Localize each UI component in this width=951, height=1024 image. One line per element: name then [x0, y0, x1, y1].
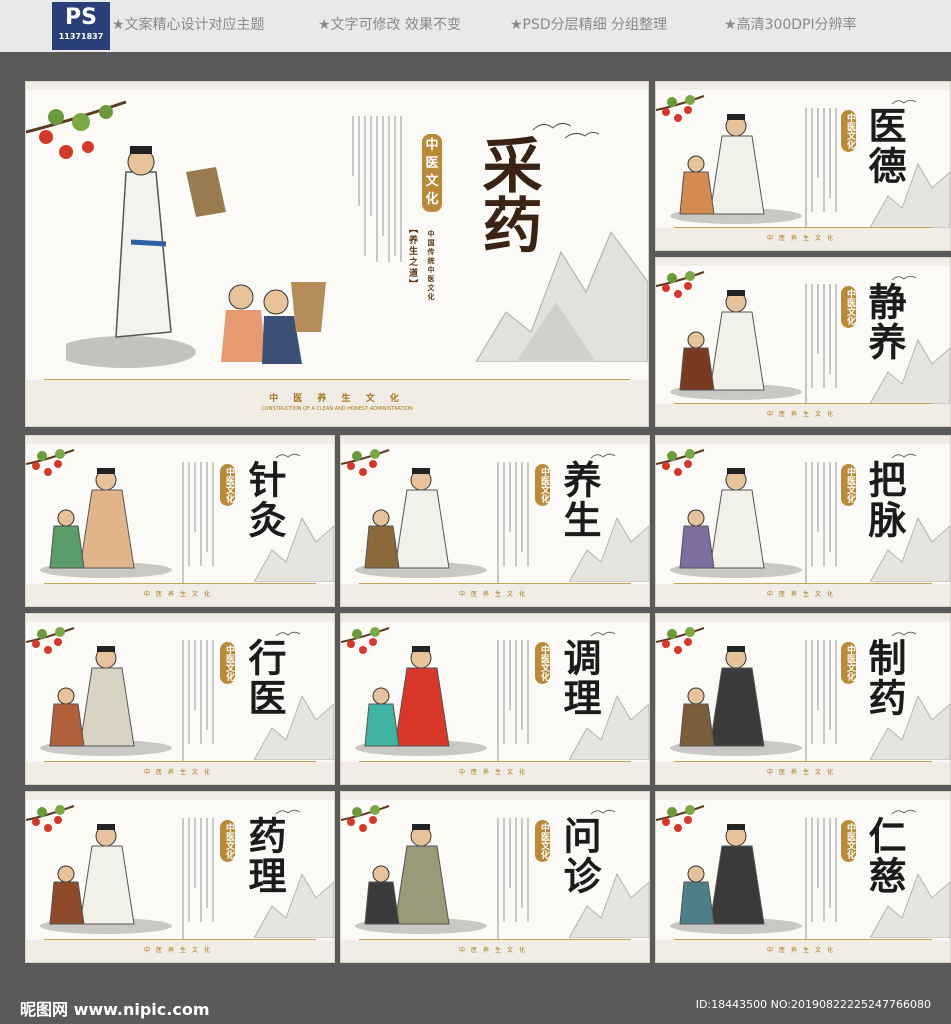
poster-panel: 中医文化 针灸 中医养生文化 [26, 436, 334, 606]
ps-badge-title: PS [65, 5, 97, 30]
body-text-columns [797, 640, 837, 776]
poster-panel: 中医文化 制药 中医养生文化 [656, 614, 950, 784]
panel-footer: 中医养生文化 [656, 228, 950, 250]
main-footer: 中 医 养 生 文 化 CONSTRUCTION OF A CLEAN AND … [26, 391, 648, 412]
panel-footer: 中医养生文化 [656, 584, 950, 606]
figure-illustration [670, 114, 802, 224]
figure-illustration [670, 824, 802, 934]
panel-footer: 中医养生文化 [26, 940, 334, 962]
culture-seal: 中医文化 [535, 642, 550, 684]
panel-title: 行医 [242, 638, 287, 718]
body-text-columns [174, 640, 214, 776]
feature-text: ★文字可修改 效果不变 [318, 17, 462, 33]
panel-title: 静养 [862, 282, 907, 362]
herb-gatherer-illustration [66, 146, 326, 368]
panel-title: 把脉 [862, 460, 907, 540]
figure-illustration [670, 468, 802, 578]
figure-illustration [40, 646, 172, 756]
panel-title: 医德 [862, 106, 907, 186]
culture-seal: 中医文化 [535, 464, 550, 506]
panel-footer: 中医养生文化 [341, 584, 649, 606]
body-text-columns [797, 108, 837, 244]
figure-illustration [40, 824, 172, 934]
side-caption: 中国传统中医文化 [427, 230, 436, 302]
top-banner: PS 11371837 ★文案精心设计对应主题 ★文字可修改 效果不变 ★PSD… [0, 0, 951, 52]
body-text-columns [797, 462, 837, 598]
ps-badge-number: 11371837 [58, 32, 104, 41]
panel-footer: 中医养生文化 [26, 762, 334, 784]
culture-seal: 中医文化 [535, 820, 550, 862]
watermark-right: ID:18443500 NO:20190822225247766080 [695, 998, 931, 1011]
poster-panel: 中医文化 药理 中医养生文化 [26, 792, 334, 962]
body-text-columns [344, 116, 402, 262]
body-text-columns [489, 640, 529, 776]
body-text-columns [489, 818, 529, 954]
main-panel: 中医文化 【养生之道】 中国传统中医文化 采药 中 医 养 生 文 化 CONS… [26, 82, 648, 426]
culture-seal: 中医文化 [841, 820, 856, 862]
feature-text: ★文案精心设计对应主题 [112, 17, 265, 33]
body-text-columns [174, 818, 214, 954]
poster-panel: 中医文化 问诊 中医养生文化 [341, 792, 649, 962]
poster-panel: 中医文化 静养 中医养生文化 [656, 258, 950, 426]
panel-title: 养生 [557, 460, 602, 540]
figure-illustration [355, 646, 487, 756]
body-text-columns [797, 284, 837, 420]
figure-illustration [40, 468, 172, 578]
footer-cn: 中 医 养 生 文 化 [269, 394, 405, 404]
culture-seal: 中医文化 [841, 464, 856, 506]
culture-seal: 中医文化 [422, 134, 442, 212]
culture-seal: 中医文化 [220, 642, 235, 684]
body-text-columns [174, 462, 214, 598]
footer-en: CONSTRUCTION OF A CLEAN AND HONEST ADMIN… [261, 406, 413, 412]
main-title-caiyao: 采药 [472, 134, 542, 254]
panel-footer: 中医养生文化 [26, 584, 334, 606]
panel-footer: 中医养生文化 [341, 940, 649, 962]
culture-seal: 中医文化 [220, 464, 235, 506]
culture-seal: 中医文化 [220, 820, 235, 862]
culture-seal: 中医文化 [841, 110, 856, 152]
panel-title: 问诊 [557, 816, 602, 896]
feature-text: ★高清300DPI分辨率 [724, 17, 857, 33]
panel-footer: 中医养生文化 [656, 762, 950, 784]
culture-seal: 中医文化 [841, 642, 856, 684]
panel-title: 针灸 [242, 460, 287, 540]
poster-panel: 中医文化 把脉 中医养生文化 [656, 436, 950, 606]
figure-illustration [670, 646, 802, 756]
panel-footer: 中医养生文化 [341, 762, 649, 784]
panel-footer: 中医养生文化 [656, 404, 950, 426]
panel-title: 仁慈 [862, 816, 907, 896]
watermark-left: 昵图网 www.nipic.com [20, 1000, 210, 1019]
body-text-columns [797, 818, 837, 954]
poster-panel: 中医文化 仁慈 中医养生文化 [656, 792, 950, 962]
figure-illustration [670, 290, 802, 400]
poster-panel: 中医文化 医德 中医养生文化 [656, 82, 950, 250]
culture-seal: 中医文化 [841, 286, 856, 328]
panel-title: 药理 [242, 816, 287, 896]
divider [44, 379, 630, 380]
figure-illustration [355, 468, 487, 578]
health-way-bracket: 【养生之道】 [407, 224, 417, 290]
feature-text: ★PSD分层精细 分组整理 [510, 17, 668, 33]
panel-footer: 中医养生文化 [656, 940, 950, 962]
poster-panel: 中医文化 调理 中医养生文化 [341, 614, 649, 784]
poster-panel: 中医文化 行医 中医养生文化 [26, 614, 334, 784]
body-text-columns [489, 462, 529, 598]
panel-title: 调理 [557, 638, 602, 718]
figure-illustration [355, 824, 487, 934]
ps-logo-badge: PS 11371837 [52, 2, 110, 50]
poster-panel: 中医文化 养生 中医养生文化 [341, 436, 649, 606]
panel-title: 制药 [862, 638, 907, 718]
